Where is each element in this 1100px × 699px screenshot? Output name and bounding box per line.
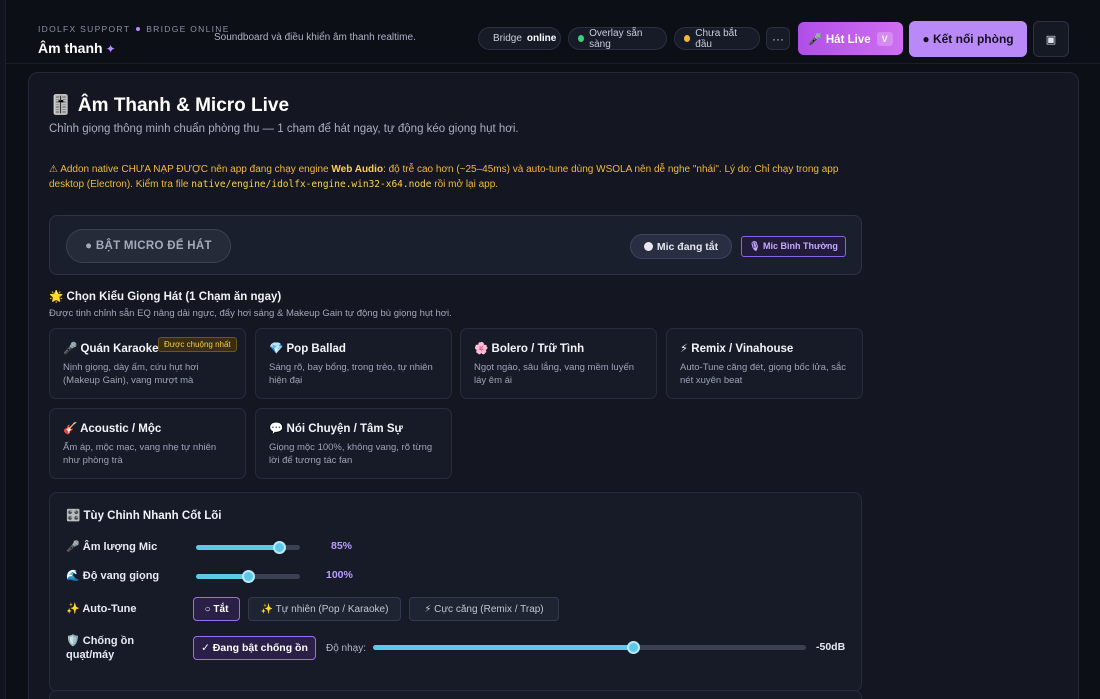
quick-tune-title: 🎛️ Tùy Chỉnh Nhanh Cốt Lõi — [66, 510, 222, 522]
mic-volume-value: 85% — [331, 540, 353, 552]
session-status-pill[interactable]: Chưa bắt đầu — [674, 27, 760, 50]
top-header: IDOLFX SUPPORT BRIDGE ONLINE Âm thanh ✦ S… — [6, 0, 1100, 64]
style-card-desc: Ấm áp, mộc mạc, vang nhẹ tự nhiên như ph… — [63, 442, 217, 466]
voice-style-title: 🌟 Chọn Kiểu Giọng Hát (1 Chạm ăn ngay) — [49, 291, 282, 303]
reverb-value: 100% — [326, 569, 353, 581]
autotune-extreme-option[interactable]: ⚡ Cực căng (Remix / Trap) — [409, 597, 559, 621]
style-card-desc: Auto-Tune căng đét, giọng bốc lửa, sắc n… — [680, 362, 847, 386]
left-rail — [0, 0, 6, 699]
style-card-pop-ballad[interactable]: 💎 Pop Ballad Sáng rõ, bay bổng, trong tr… — [255, 328, 452, 399]
stop-icon[interactable]: ▣ — [1033, 21, 1069, 57]
style-card-desc: Nịnh giọng, dày ấm, cứu hụt hơi (Makeup … — [63, 362, 199, 386]
style-card-bolero[interactable]: 🌸 Bolero / Trữ Tình Ngọt ngào, sâu lắng,… — [460, 328, 657, 399]
mic-mode-button[interactable]: 🎙 Mic Bình Thường — [741, 236, 846, 257]
slider-fill — [196, 545, 280, 550]
slider-thumb[interactable] — [242, 570, 255, 583]
pill-strong: online — [526, 33, 557, 44]
style-card-karaoke-pro[interactable]: 🎤 Quán Karaoke Pro Nịnh giọng, dày ấm, c… — [49, 328, 246, 399]
slider-thumb[interactable] — [626, 641, 640, 654]
brand-kicker: IDOLFX SUPPORT BRIDGE ONLINE — [38, 24, 230, 34]
style-card-title: 💎 Pop Ballad — [269, 343, 346, 355]
warning-file-path: native/engine/idolfx-engine.win32-x64.no… — [191, 179, 432, 190]
noise-gate-label: 🛡️ Chống ồn quạt/máy — [66, 634, 134, 662]
sensitivity-slider[interactable] — [373, 641, 806, 654]
header-title-text: Âm thanh — [38, 40, 103, 56]
voice-style-subtitle: Được tinh chỉnh sẵn EQ nâng dải ngực, đẩ… — [49, 308, 452, 319]
sensitivity-label: Độ nhạy: — [326, 643, 367, 654]
more-options-button[interactable]: ··· — [766, 27, 790, 50]
audio-panel: 🎚️ Âm Thanh & Micro Live Chỉnh giọng thô… — [28, 72, 1079, 699]
pill-label: Chưa bắt đầu — [695, 27, 737, 50]
slider-fill — [373, 645, 633, 650]
bridge-status-pill[interactable]: Bridge online — [478, 27, 561, 50]
style-card-desc: Sáng rõ, bay bổng, trong trẻo, tự nhiên … — [269, 362, 433, 386]
style-card-remix[interactable]: ⚡ Remix / Vinahouse Auto-Tune căng đét, … — [666, 328, 863, 399]
pill-label: Overlay sẵn sàng — [589, 27, 643, 50]
mic-control-card: ● BẬT MICRO ĐỂ HÁT Mic đang tắt 🎙 Mic Bì… — [49, 215, 862, 275]
warning-lead: ⚠ Addon native CHƯA NẠP ĐƯỢC nên app đan… — [49, 164, 332, 175]
style-card-talk[interactable]: 💬 Nói Chuyện / Tâm Sự Giọng mộc 100%, kh… — [255, 408, 452, 479]
page-header-title: Âm thanh ✦ — [38, 40, 230, 56]
kicker-left: IDOLFX SUPPORT — [38, 24, 131, 34]
page-title: 🎚️ Âm Thanh & Micro Live — [49, 95, 290, 116]
status-dot-icon — [684, 35, 691, 42]
style-card-title: 🌸 Bolero / Trữ Tình — [474, 343, 585, 355]
reverb-label: 🌊 Độ vang giọng — [66, 570, 160, 582]
mic-volume-label: 🎤 Âm lượng Mic — [66, 541, 158, 553]
kicker-dot — [136, 27, 141, 31]
warning-tail: rồi mở lại app. — [431, 179, 499, 190]
overlay-status-pill[interactable]: Overlay sẵn sàng — [568, 27, 667, 50]
header-tagline: Soundboard và điều khiển âm thanh realti… — [214, 32, 416, 43]
style-card-desc: Ngọt ngào, sâu lắng, vang mềm luyến láy … — [474, 362, 635, 386]
slider-fill — [196, 574, 248, 579]
sensitivity-value: -50dB — [816, 641, 846, 653]
style-card-acoustic[interactable]: 🎸 Acoustic / Mộc Ấm áp, mộc mạc, vang nh… — [49, 408, 246, 479]
brand: IDOLFX SUPPORT BRIDGE ONLINE Âm thanh ✦ — [38, 24, 230, 56]
noise-gate-toggle[interactable]: ✓ Đang bật chống ồn — [193, 636, 316, 660]
autotune-off-option[interactable]: ○ Tắt — [193, 597, 240, 621]
mic-volume-slider[interactable] — [196, 541, 300, 554]
autotune-label: ✨ Auto-Tune — [66, 603, 137, 615]
popular-badge: Được chuộng nhất — [158, 337, 237, 352]
status-dot-icon — [578, 35, 585, 42]
hat-live-button[interactable]: 🎤 Hát Live V — [798, 22, 903, 55]
shortcut-key: V — [876, 31, 893, 46]
slider-thumb[interactable] — [273, 541, 287, 554]
style-card-title: 🎸 Acoustic / Mộc — [63, 423, 162, 435]
sparkle-icon: ✦ — [105, 42, 116, 56]
pill-label: Bridge — [493, 33, 522, 44]
native-addon-warning: ⚠ Addon native CHƯA NẠP ĐƯỢC nên app đan… — [49, 162, 859, 192]
mic-status-badge: Mic đang tắt — [630, 234, 732, 259]
style-card-title: ⚡ Remix / Vinahouse — [680, 343, 794, 355]
mic-status-label: Mic đang tắt — [656, 240, 719, 253]
next-section-card — [49, 690, 862, 699]
noise-label-line1: 🛡️ Chống ồn — [66, 635, 135, 647]
style-card-title: 💬 Nói Chuyện / Tâm Sự — [269, 423, 403, 435]
hat-live-label: 🎤 Hát Live — [808, 33, 871, 46]
reverb-slider[interactable] — [196, 570, 300, 583]
warning-engine: Web Audio — [331, 164, 384, 175]
mic-toggle-button[interactable]: ● BẬT MICRO ĐỂ HÁT — [66, 229, 231, 263]
page-subtitle: Chỉnh giọng thông minh chuẩn phòng thu —… — [49, 123, 519, 135]
autotune-natural-option[interactable]: ✨ Tự nhiên (Pop / Karaoke) — [248, 597, 401, 621]
quick-tune-card: 🎛️ Tùy Chỉnh Nhanh Cốt Lõi 🎤 Âm lượng Mi… — [49, 492, 862, 692]
connect-room-button[interactable]: ● Kết nối phòng — [909, 21, 1027, 57]
noise-label-line2: quạt/máy — [66, 649, 115, 661]
style-card-desc: Giọng mộc 100%, không vang, rõ từng lời … — [269, 442, 433, 466]
mic-off-dot-icon — [643, 242, 653, 251]
